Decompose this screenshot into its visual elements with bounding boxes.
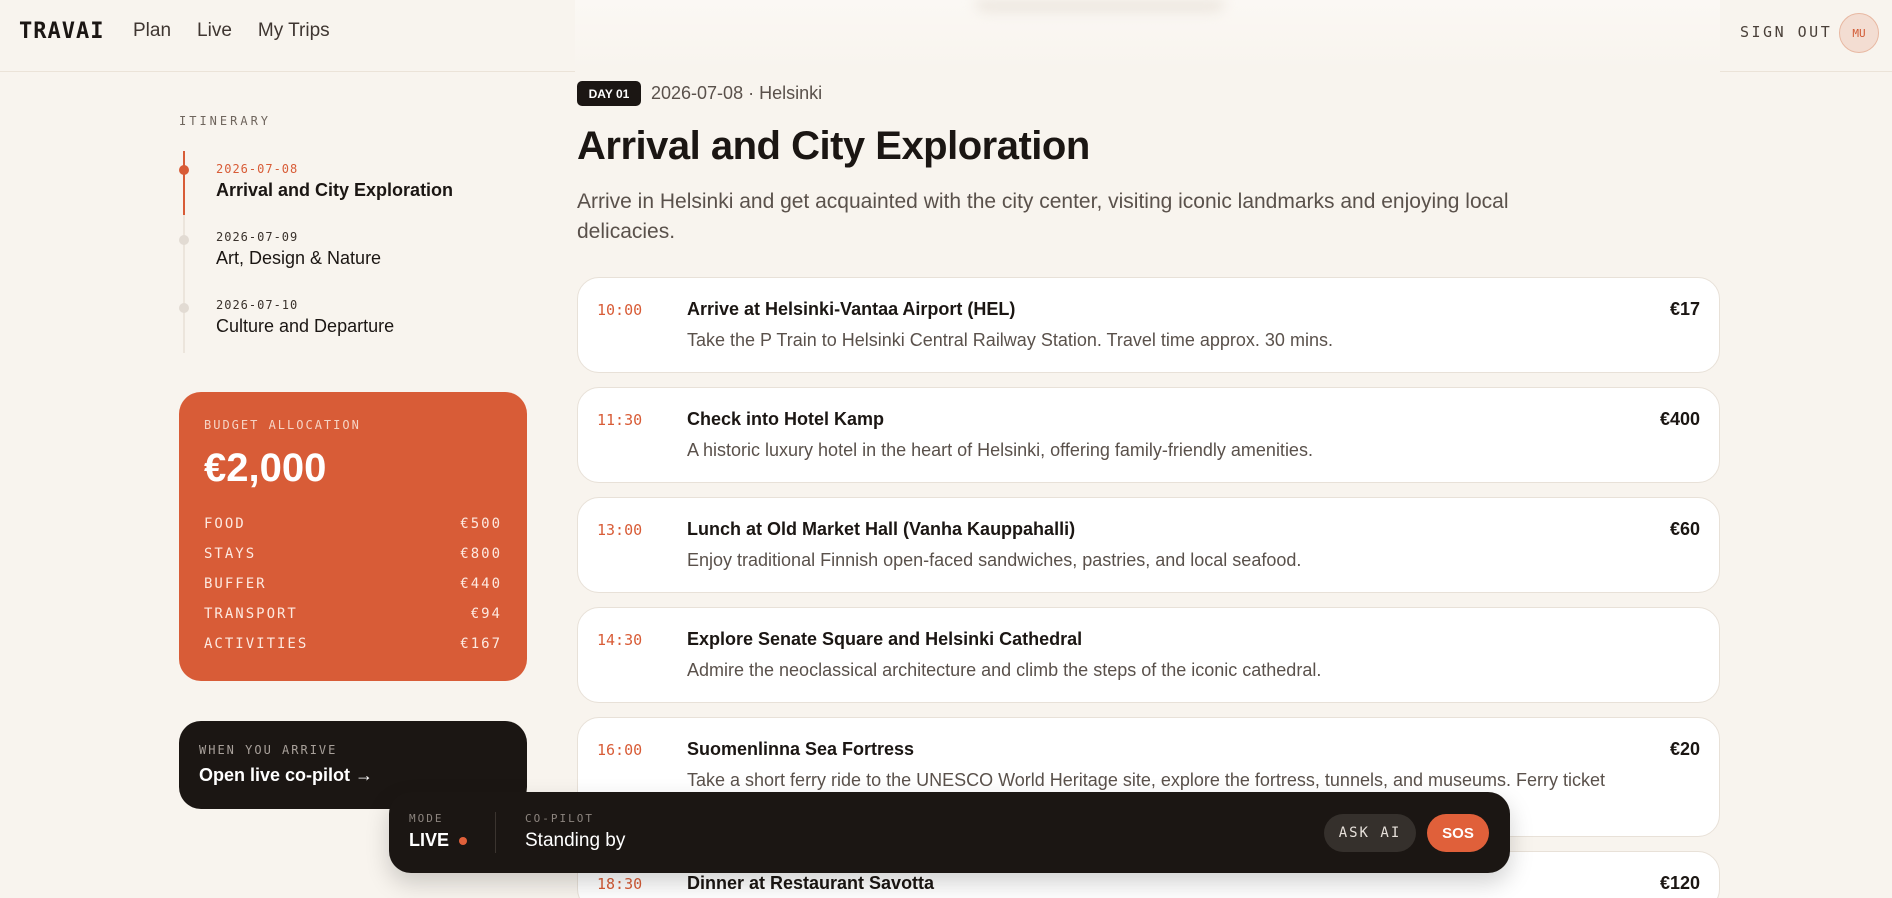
divider (495, 812, 496, 853)
timeline-dot-active (179, 165, 189, 175)
live-status-bar: MODE LIVE CO-PILOT Standing by ASK AI SO… (389, 792, 1510, 873)
open-copilot-link[interactable]: Open live co-pilot → (199, 765, 373, 786)
budget-breakdown: FOOD €500 STAYS €800 BUFFER €440 TRANSPORT €… (204, 516, 502, 666)
budget-row-value: €500 (460, 516, 502, 532)
avatar[interactable]: MU (1839, 13, 1879, 53)
budget-row-label: ACTIVITIES (204, 636, 309, 652)
activity-card[interactable]: 14:30 Explore Senate Square and Helsinki… (577, 607, 1720, 703)
activity-title: Check into Hotel Kamp (687, 409, 885, 429)
live-dot-icon (459, 836, 468, 845)
activity-card[interactable]: 11:30 Check into Hotel Kamp A historic l… (577, 387, 1720, 483)
sidebar-day-date: 2026-07-10 (216, 298, 299, 312)
budget-amount: €2,000 (204, 446, 327, 490)
activity-price: €120 (1659, 873, 1700, 893)
budget-row-transport: TRANSPORT €94 (204, 606, 502, 636)
budget-row-label: BUFFER (204, 576, 267, 592)
nav-item-live[interactable]: Live (197, 20, 232, 42)
day-badge: DAY 01 (577, 81, 641, 106)
budget-row-activities: ACTIVITIES €167 (204, 636, 502, 666)
budget-row-label: STAYS (204, 546, 257, 562)
itinerary-label: ITINERARY (179, 114, 272, 128)
sidebar-day-title: Arrival and City Exploration (216, 180, 454, 200)
mode-value: LIVE (409, 830, 468, 851)
timeline-dot (179, 303, 189, 313)
header-shadow (575, 0, 1720, 72)
activity-price: €17 (1669, 299, 1700, 319)
activity-card[interactable]: 10:00 Arrive at Helsinki-Vantaa Airport … (577, 277, 1720, 373)
copilot-card-label: WHEN YOU ARRIVE (199, 743, 338, 757)
activity-title: Lunch at Old Market Hall (Vanha Kauppaha… (687, 519, 1076, 539)
day-description: Arrive in Helsinki and get acquainted wi… (577, 190, 1509, 243)
budget-row-label: FOOD (204, 516, 246, 532)
activity-time: 11:30 (597, 411, 643, 429)
logo[interactable]: TRAVAI (19, 19, 104, 44)
budget-row-value: €440 (460, 576, 502, 592)
budget-row-stays: STAYS €800 (204, 546, 502, 576)
sidebar-day-title: Culture and Departure (216, 316, 395, 336)
sidebar-day-date: 2026-07-08 (216, 162, 299, 176)
budget-row-value: €800 (460, 546, 502, 562)
main-nav: Plan Live My Trips (133, 20, 330, 42)
copilot-label: CO-PILOT (525, 812, 594, 825)
activity-title: Arrive at Helsinki-Vantaa Airport (HEL) (687, 299, 1016, 319)
budget-row-food: FOOD €500 (204, 516, 502, 546)
activity-price: €60 (1669, 519, 1700, 539)
activity-description: Enjoy traditional Finnish open-faced san… (687, 550, 1302, 570)
mode-value-text: LIVE (409, 830, 450, 850)
activity-title: Dinner at Restaurant Savotta (687, 873, 935, 893)
timeline-active-segment (183, 151, 185, 215)
sign-out-button[interactable]: SIGN OUT (1740, 23, 1832, 41)
activity-time: 13:00 (597, 521, 643, 539)
budget-row-buffer: BUFFER €440 (204, 576, 502, 606)
sidebar-day-title: Art, Design & Nature (216, 248, 382, 268)
activity-title: Suomenlinna Sea Fortress (687, 739, 915, 759)
activity-price: €20 (1669, 739, 1700, 759)
activity-time: 16:00 (597, 741, 643, 759)
ask-ai-button[interactable]: ASK AI (1324, 814, 1416, 852)
nav-item-plan[interactable]: Plan (133, 20, 171, 42)
timeline-dot (179, 235, 189, 245)
top-bar: TRAVAI Plan Live My Trips SIGN OUT MU (0, 0, 1892, 72)
nav-item-my-trips[interactable]: My Trips (258, 20, 330, 42)
budget-row-value: €167 (460, 636, 502, 652)
activity-time: 10:00 (597, 301, 643, 319)
activity-price: €400 (1659, 409, 1700, 429)
activity-description: Admire the neoclassical architecture and… (687, 660, 1322, 680)
budget-row-label: TRANSPORT (204, 606, 298, 622)
page-title: Arrival and City Exploration (577, 124, 1090, 168)
sidebar-day-1[interactable]: 2026-07-08 Arrival and City Exploration (216, 162, 453, 201)
activity-time: 18:30 (597, 875, 643, 893)
activity-description: Take the P Train to Helsinki Central Rai… (687, 330, 1333, 350)
activity-time: 14:30 (597, 631, 643, 649)
sidebar-day-2[interactable]: 2026-07-09 Art, Design & Nature (216, 230, 381, 269)
budget-row-value: €94 (470, 606, 502, 622)
budget-label: BUDGET ALLOCATION (204, 418, 361, 432)
budget-card: BUDGET ALLOCATION €2,000 FOOD €500 STAYS €… (179, 392, 527, 681)
sidebar-day-3[interactable]: 2026-07-10 Culture and Departure (216, 298, 394, 337)
activity-card[interactable]: 13:00 Lunch at Old Market Hall (Vanha Ka… (577, 497, 1720, 593)
copilot-status: Standing by (525, 830, 626, 851)
day-meta: 2026-07-08 · Helsinki (651, 83, 823, 103)
activity-description: A historic luxury hotel in the heart of … (687, 440, 1313, 460)
mode-label: MODE (409, 812, 444, 825)
activity-title: Explore Senate Square and Helsinki Cathe… (687, 629, 1083, 649)
sos-button[interactable]: SOS (1427, 814, 1489, 852)
sidebar-day-date: 2026-07-09 (216, 230, 299, 244)
